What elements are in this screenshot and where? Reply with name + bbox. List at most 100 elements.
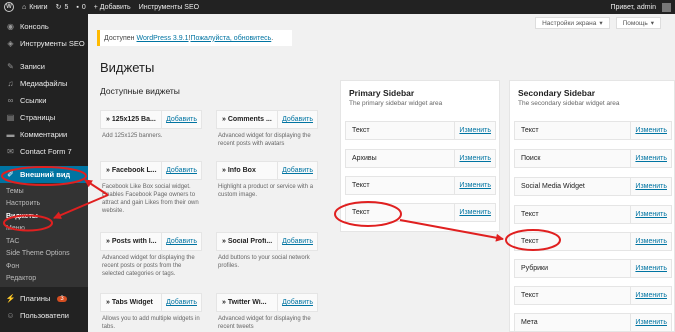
primary-sidebar-description: The primary sidebar widget area xyxy=(349,100,443,107)
widget-info-box[interactable]: » Info Box Добавить xyxy=(216,161,318,180)
help-label: Помощь xyxy=(622,19,648,27)
sidebar-widget-title: Поиск xyxy=(521,155,541,162)
secondary-widget-categories[interactable]: Рубрики Изменить xyxy=(514,259,672,278)
primary-widget-archives[interactable]: Архивы Изменить xyxy=(345,149,496,168)
secondary-widget-social-media[interactable]: Social Media Widget Изменить xyxy=(514,177,672,196)
submenu-tac[interactable]: TAC xyxy=(0,235,88,248)
widget-social-profiles[interactable]: » Social Profi... Добавить xyxy=(216,232,318,251)
sidebar-item-label: Contact Form 7 xyxy=(20,147,72,156)
notice-prefix: Доступен xyxy=(104,34,135,42)
sidebar-item-links[interactable]: ∞ Ссылки xyxy=(0,92,88,109)
submenu-menus[interactable]: Меню xyxy=(0,223,88,236)
updates-link[interactable]: ↻ 5 xyxy=(52,0,73,14)
edit-widget-button[interactable]: Изменить xyxy=(630,314,671,331)
secondary-widget-text-3[interactable]: Текст Изменить xyxy=(514,232,672,251)
widget-tabs[interactable]: » Tabs Widget Добавить xyxy=(100,293,202,312)
submenu-themes[interactable]: Темы xyxy=(0,185,88,198)
comments-link[interactable]: ▪ 0 xyxy=(72,0,89,14)
submenu-customize[interactable]: Настроить xyxy=(0,198,88,211)
new-content-link[interactable]: + Добавить xyxy=(90,0,135,14)
sidebar-item-comments[interactable]: ▬ Комментарии xyxy=(0,126,88,143)
secondary-widget-text-4[interactable]: Текст Изменить xyxy=(514,286,672,305)
submenu-editor[interactable]: Редактор xyxy=(0,273,88,286)
widget-title: » Info Box xyxy=(222,167,256,174)
account-menu[interactable]: Привет, admin xyxy=(606,0,675,14)
sidebar-item-label: Страницы xyxy=(20,113,56,122)
seo-tools-link[interactable]: Инструменты SEO xyxy=(135,0,203,14)
primary-widget-text-1[interactable]: Текст Изменить xyxy=(345,121,496,140)
sidebar-item-label: Комментарии xyxy=(20,130,68,139)
greeting-text: Привет, admin xyxy=(610,3,656,11)
edit-widget-button[interactable]: Изменить xyxy=(630,233,671,250)
sidebar-item-posts[interactable]: ✎ Записи xyxy=(0,58,88,75)
sidebar-widget-title: Мета xyxy=(521,319,538,326)
sidebar-item-contact-form[interactable]: ✉ Contact Form 7 xyxy=(0,143,88,160)
primary-widget-text-3[interactable]: Текст Изменить xyxy=(345,203,496,222)
update-now-link[interactable]: Пожалуйста, обновитесь xyxy=(190,35,271,42)
primary-sidebar-title[interactable]: Primary Sidebar xyxy=(341,81,499,98)
edit-widget-button[interactable]: Изменить xyxy=(454,177,495,194)
pin-icon: ✎ xyxy=(7,62,14,71)
edit-widget-button[interactable]: Изменить xyxy=(630,260,671,277)
widget-facebook-like[interactable]: » Facebook L... Добавить xyxy=(100,161,202,180)
avatar xyxy=(662,2,671,12)
edit-widget-button[interactable]: Изменить xyxy=(630,150,671,167)
widget-125x125-banners[interactable]: » 125x125 Ba... Добавить xyxy=(100,110,202,129)
media-icon: ♫ xyxy=(7,79,14,88)
appearance-submenu: Темы Настроить Виджеты Меню TAC Side The… xyxy=(0,183,88,287)
sidebar-item-dashboard[interactable]: ◉ Консоль xyxy=(0,18,88,35)
widget-description: Highlight a product or service with a cu… xyxy=(218,184,314,198)
admin-bar: W ⌂ Книги ↻ 5 ▪ 0 + Добавить Инструменты… xyxy=(0,0,675,14)
submenu-widgets[interactable]: Виджеты xyxy=(0,210,88,223)
add-widget-button[interactable]: Добавить xyxy=(161,233,201,250)
seo-icon: ◈ xyxy=(7,39,14,48)
secondary-widget-meta[interactable]: Мета Изменить xyxy=(514,313,672,332)
add-widget-button[interactable]: Добавить xyxy=(277,162,317,179)
comment-bubble-icon: ▪ xyxy=(76,3,79,11)
plug-icon: ⚡ xyxy=(5,294,16,303)
wordpress-version-link[interactable]: WordPress 3.9.1 xyxy=(137,35,189,42)
widget-twitter[interactable]: » Twitter Wi... Добавить xyxy=(216,293,318,312)
widget-description: Allows you to add multiple widgets in ta… xyxy=(102,316,200,330)
sidebar-item-seo[interactable]: ◈ Инструменты SEO xyxy=(0,35,88,52)
sidebar-widget-title: Текст xyxy=(521,238,539,245)
add-widget-button[interactable]: Добавить xyxy=(277,111,317,128)
primary-widget-text-2[interactable]: Текст Изменить xyxy=(345,176,496,195)
widget-comments[interactable]: » Comments ... Добавить xyxy=(216,110,318,129)
widget-title: » Facebook L... xyxy=(106,167,157,174)
edit-widget-button[interactable]: Изменить xyxy=(630,287,671,304)
edit-widget-button[interactable]: Изменить xyxy=(454,122,495,139)
add-widget-button[interactable]: Добавить xyxy=(277,233,317,250)
submenu-background[interactable]: Фон xyxy=(0,260,88,273)
secondary-widget-text-1[interactable]: Текст Изменить xyxy=(514,121,672,140)
edit-widget-button[interactable]: Изменить xyxy=(630,178,671,195)
sidebar-item-users[interactable]: ☺ Пользователи xyxy=(0,307,88,324)
secondary-sidebar-title[interactable]: Secondary Sidebar xyxy=(510,81,674,98)
add-widget-button[interactable]: Добавить xyxy=(277,294,317,311)
edit-widget-button[interactable]: Изменить xyxy=(454,150,495,167)
add-widget-button[interactable]: Добавить xyxy=(161,294,201,311)
home-icon: ⌂ xyxy=(22,3,27,11)
available-widgets-title: Доступные виджеты xyxy=(100,86,180,96)
edit-widget-button[interactable]: Изменить xyxy=(454,204,495,221)
secondary-widget-text-2[interactable]: Текст Изменить xyxy=(514,205,672,224)
widget-posts-with-images[interactable]: » Posts with I... Добавить xyxy=(100,232,202,251)
edit-widget-button[interactable]: Изменить xyxy=(630,206,671,223)
help-button[interactable]: Помощь ▾ xyxy=(615,17,661,29)
edit-widget-button[interactable]: Изменить xyxy=(630,122,671,139)
update-notice: Доступен WordPress 3.9.1! Пожалуйста, об… xyxy=(97,30,292,46)
sidebar-item-plugins[interactable]: ⚡ Плагины 3 xyxy=(0,290,88,307)
sidebar-item-appearance[interactable]: ✐ Внешний вид xyxy=(0,166,88,183)
link-icon: ∞ xyxy=(7,96,14,105)
add-widget-button[interactable]: Добавить xyxy=(161,162,201,179)
site-name-link[interactable]: ⌂ Книги xyxy=(18,0,52,14)
submenu-theme-options[interactable]: Side Theme Options xyxy=(0,248,88,261)
sidebar-item-pages[interactable]: ▤ Страницы xyxy=(0,109,88,126)
secondary-widget-search[interactable]: Поиск Изменить xyxy=(514,149,672,168)
screen-options-button[interactable]: Настройки экрана ▾ xyxy=(535,17,610,29)
sidebar-item-media[interactable]: ♫ Медиафайлы xyxy=(0,75,88,92)
users-icon: ☺ xyxy=(6,311,15,320)
wp-logo-menu[interactable]: W xyxy=(0,0,18,14)
widget-title: » 125x125 Ba... xyxy=(106,116,156,123)
add-widget-button[interactable]: Добавить xyxy=(161,111,201,128)
